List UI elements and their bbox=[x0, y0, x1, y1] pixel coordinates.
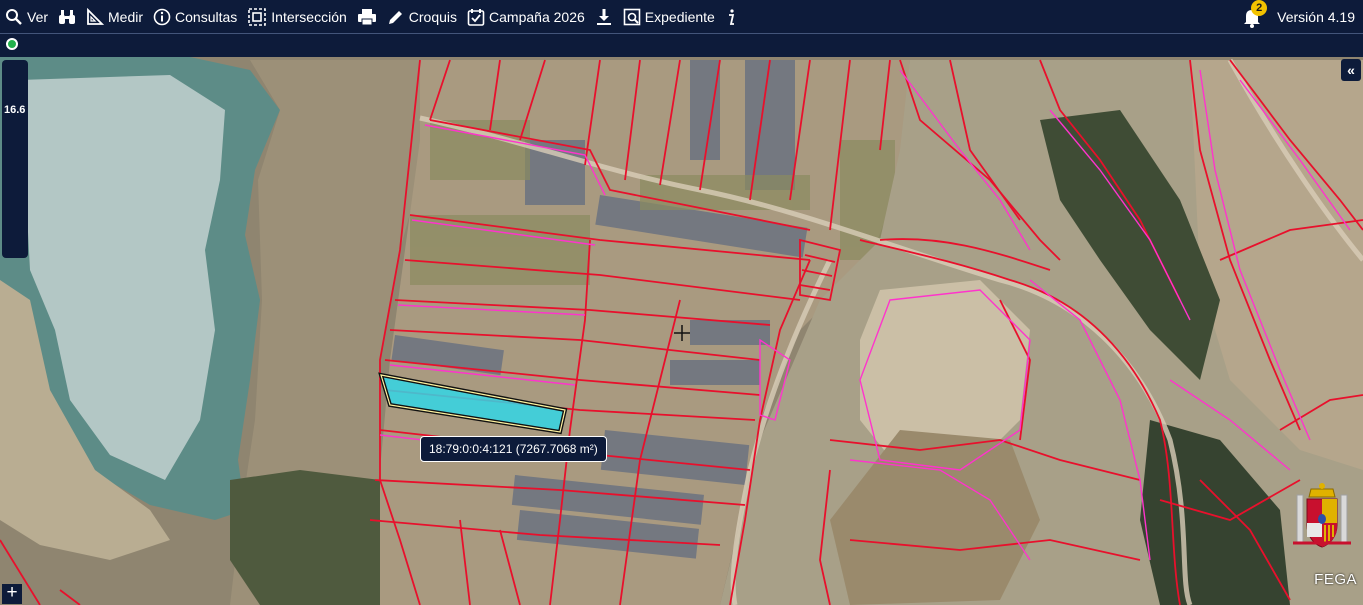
double-chevron-left-icon: « bbox=[1347, 62, 1355, 78]
download-icon bbox=[596, 8, 611, 25]
ver-button[interactable]: Ver bbox=[0, 0, 53, 33]
interseccion-button[interactable]: Intersección bbox=[242, 0, 351, 33]
zoom-level: 16.6 bbox=[4, 104, 26, 116]
print-button[interactable] bbox=[352, 0, 382, 33]
croquis-label: Croquis bbox=[408, 8, 458, 25]
consultas-label: Consultas bbox=[175, 8, 238, 25]
status-indicator bbox=[6, 38, 18, 50]
plus-icon: + bbox=[6, 582, 18, 603]
expediente-button[interactable]: Expediente bbox=[618, 0, 720, 33]
zoom-slider[interactable]: 16.6 bbox=[2, 60, 28, 258]
campana-button[interactable]: Campaña 2026 bbox=[462, 0, 590, 33]
interseccion-label: Intersección bbox=[271, 8, 347, 25]
toolbar-right: 2 Versión 4.19 bbox=[1241, 0, 1363, 33]
vegetation bbox=[230, 470, 400, 605]
ver-label: Ver bbox=[27, 8, 49, 25]
collapse-panel-button[interactable]: « bbox=[1341, 59, 1361, 81]
version-label: Versión 4.19 bbox=[1277, 8, 1355, 25]
info-button[interactable] bbox=[720, 0, 742, 33]
medir-button[interactable]: Medir bbox=[81, 0, 148, 33]
map-canvas[interactable] bbox=[0, 57, 1363, 605]
search-icon bbox=[6, 8, 22, 25]
campana-label: Campaña 2026 bbox=[489, 8, 585, 25]
coat-of-arms-icon bbox=[1293, 483, 1351, 548]
download-button[interactable] bbox=[590, 0, 618, 33]
expediente-label: Expediente bbox=[644, 8, 715, 25]
print-icon bbox=[357, 8, 376, 25]
notification-badge: 2 bbox=[1251, 0, 1268, 16]
status-bar bbox=[0, 33, 1363, 57]
notifications-button[interactable]: 2 bbox=[1241, 0, 1268, 28]
ruler-icon bbox=[87, 7, 105, 25]
parcel-label: 18:79:0:0:4:121 (7267.7068 m²) bbox=[420, 436, 607, 462]
main-toolbar: Ver Medir Consultas Intersección Croquis… bbox=[0, 0, 1363, 33]
expand-button[interactable]: + bbox=[2, 582, 22, 604]
calendar-check-icon bbox=[467, 8, 485, 26]
croquis-button[interactable]: Croquis bbox=[382, 0, 462, 33]
consultas-button[interactable]: Consultas bbox=[148, 0, 242, 33]
binoculars-button[interactable] bbox=[53, 0, 81, 33]
intersection-icon bbox=[248, 7, 267, 26]
pencil-icon bbox=[388, 10, 402, 24]
binoculars-icon bbox=[59, 9, 76, 24]
info-icon bbox=[728, 8, 734, 25]
file-search-icon bbox=[623, 8, 641, 25]
info-circle-icon bbox=[153, 8, 171, 25]
fega-attribution: FEGA bbox=[1314, 571, 1357, 588]
medir-label: Medir bbox=[108, 8, 144, 25]
